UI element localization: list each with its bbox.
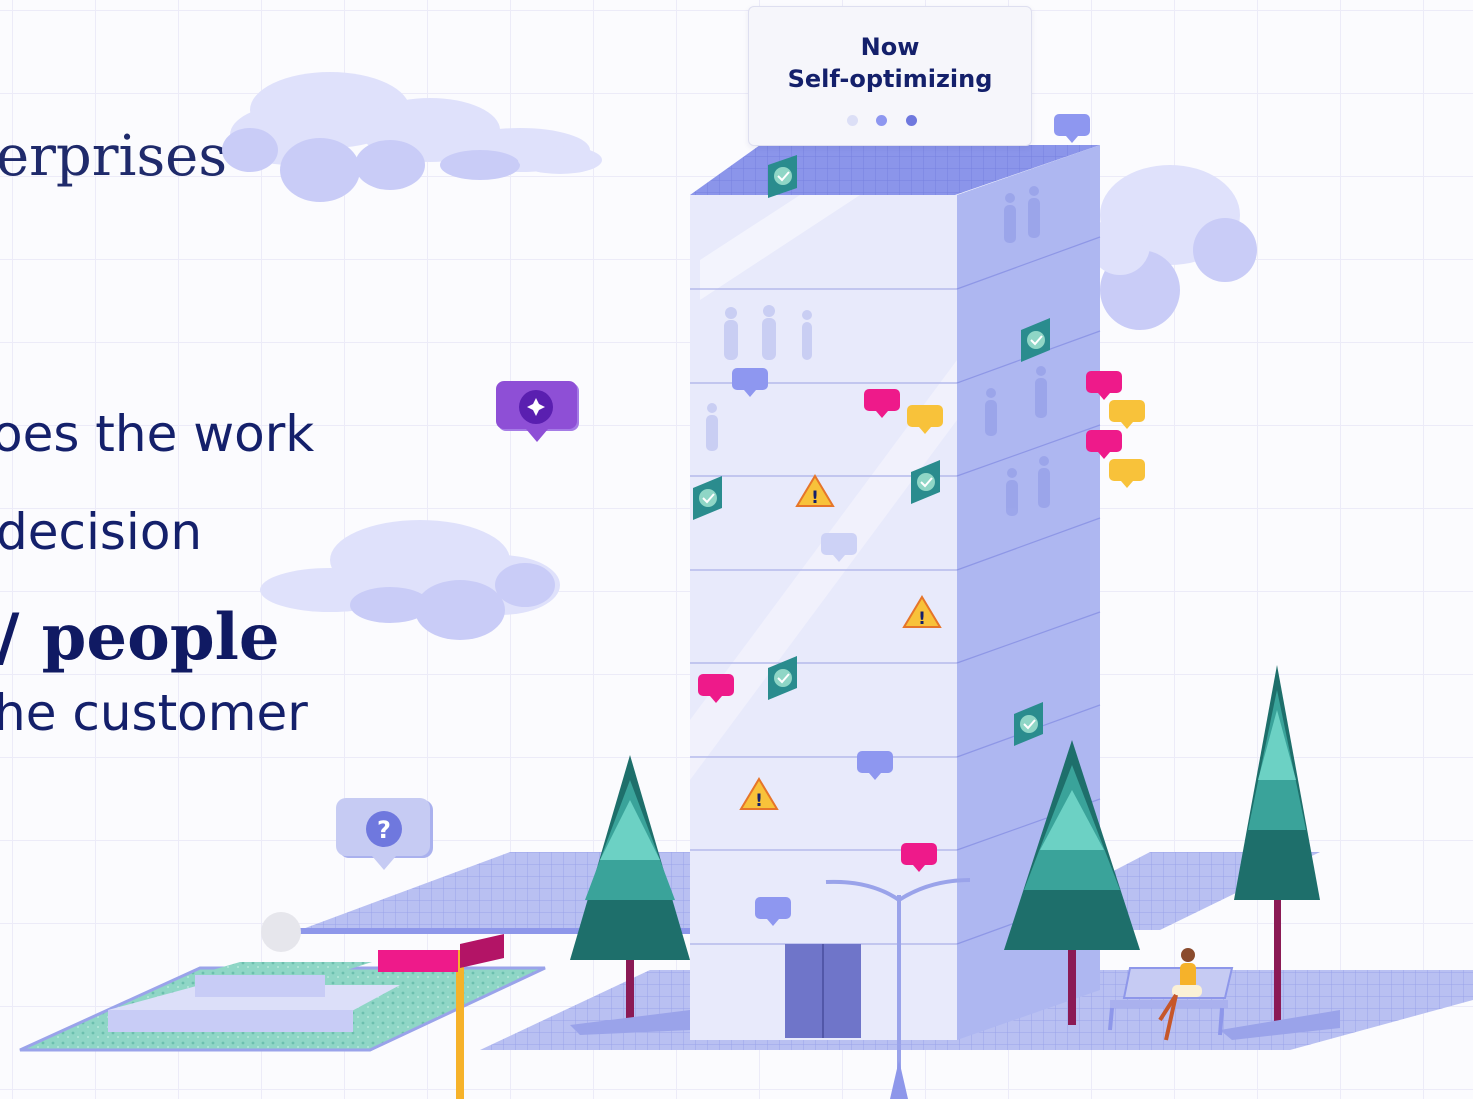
cloud-top-left [222, 72, 602, 202]
question-mark-icon: ? [377, 816, 391, 844]
tag-title-now: Now [860, 33, 920, 61]
question-bubble: ? [336, 798, 433, 870]
step-dot-2 [876, 115, 888, 126]
chat-bubble-yellow-side-1 [1109, 400, 1145, 429]
fountain-orb [261, 912, 301, 952]
warning-mark-3: ! [755, 791, 763, 811]
now-self-optimizing-card: Now Self-optimizing [748, 6, 1032, 146]
office-building-illustration: ! ! ! ? [19, 72, 1473, 1099]
cloud-right [1090, 165, 1257, 330]
step-indicator [847, 113, 931, 131]
ai-sparkle-bubble [496, 381, 579, 442]
step-dot-3 [905, 115, 917, 126]
warning-mark-2: ! [918, 609, 926, 629]
tag-title-self-optimizing: Self-optimizing [787, 65, 993, 93]
step-dot-1 [847, 115, 858, 126]
chat-bubble-yellow-side-2 [1109, 459, 1145, 488]
cloud-middle-left [260, 520, 560, 640]
chat-bubble-periwinkle-roof [1054, 114, 1090, 143]
warning-mark-1: ! [811, 488, 819, 508]
